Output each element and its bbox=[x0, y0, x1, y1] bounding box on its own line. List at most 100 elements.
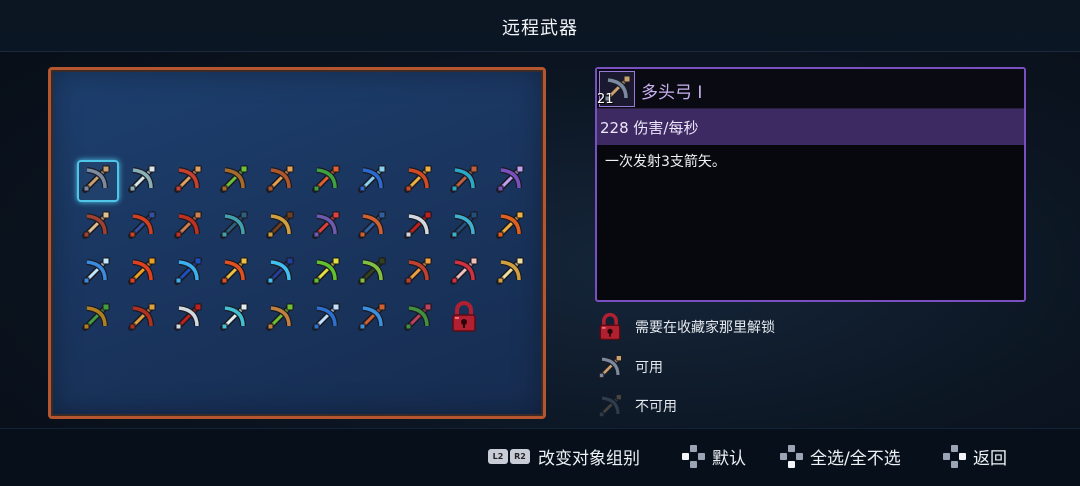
weapon-slot[interactable] bbox=[349, 202, 395, 248]
purple-crossbow-icon bbox=[496, 165, 524, 193]
l2-r2-button-icon: L2 R2 bbox=[488, 449, 530, 464]
weapon-slot[interactable] bbox=[303, 294, 349, 340]
weapon-slot[interactable] bbox=[395, 202, 441, 248]
shuriken-icon bbox=[312, 303, 340, 331]
weapon-slot[interactable] bbox=[211, 294, 257, 340]
legend-label-unavailable: 不可用 bbox=[635, 399, 677, 415]
weapon-slot[interactable] bbox=[257, 248, 303, 294]
weapon-slot[interactable] bbox=[257, 156, 303, 202]
weapon-slot[interactable] bbox=[349, 248, 395, 294]
weapon-slot[interactable] bbox=[303, 156, 349, 202]
weapon-slot[interactable] bbox=[349, 294, 395, 340]
weapon-slot[interactable] bbox=[165, 248, 211, 294]
weapon-slot[interactable] bbox=[257, 294, 303, 340]
r2-key: R2 bbox=[510, 449, 530, 464]
weapon-slot[interactable] bbox=[211, 156, 257, 202]
weapon-slot[interactable] bbox=[73, 202, 119, 248]
throwing-axe-icon bbox=[220, 211, 248, 239]
select-all-hint[interactable]: 全选/全不选 bbox=[780, 444, 901, 469]
weapon-grid-panel bbox=[48, 67, 546, 419]
weapon-name: 多头弓 I bbox=[641, 83, 703, 103]
weapon-slot[interactable] bbox=[441, 294, 487, 340]
cleaver-icon bbox=[174, 303, 202, 331]
weapon-slot[interactable] bbox=[165, 294, 211, 340]
legend-available: 可用 bbox=[595, 350, 663, 384]
weapon-description: 一次发射3支箭矢。 bbox=[605, 154, 726, 170]
legend-label-locked: 需要在收藏家那里解锁 bbox=[635, 320, 775, 336]
ice-shard-icon bbox=[82, 257, 110, 285]
dragon-claw-icon bbox=[404, 257, 432, 285]
orange-crossbow-icon bbox=[358, 211, 386, 239]
weapon-slot[interactable] bbox=[441, 202, 487, 248]
weapon-slot[interactable] bbox=[119, 248, 165, 294]
lightning-icon bbox=[174, 257, 202, 285]
green-crossbow-icon bbox=[220, 165, 248, 193]
weapon-slot[interactable] bbox=[119, 294, 165, 340]
weapon-slot[interactable] bbox=[211, 248, 257, 294]
weapon-slot[interactable] bbox=[257, 202, 303, 248]
screen-title: 远程武器 bbox=[502, 18, 578, 39]
hook-icon bbox=[220, 303, 248, 331]
boomerang-icon bbox=[128, 211, 156, 239]
default-hint[interactable]: 默认 bbox=[682, 444, 746, 469]
weapon-slot[interactable] bbox=[119, 202, 165, 248]
weapon-dps: 228 伤害/每秒 bbox=[597, 109, 1024, 145]
ice-blast-icon bbox=[266, 257, 294, 285]
back-label: 返回 bbox=[973, 449, 1007, 469]
blue-bow-icon bbox=[358, 165, 386, 193]
legend-unavailable: 不可用 bbox=[595, 389, 677, 423]
throwing-knife-icon bbox=[404, 211, 432, 239]
cards-icon bbox=[450, 257, 478, 285]
weapon-slot[interactable] bbox=[119, 156, 165, 202]
heavy-crossbow-icon bbox=[82, 211, 110, 239]
fire-blast-icon bbox=[220, 257, 248, 285]
change-group-hint[interactable]: L2 R2 改变对象组别 bbox=[488, 444, 640, 469]
fire-ring-icon bbox=[496, 211, 524, 239]
default-label: 默认 bbox=[712, 449, 746, 469]
multiple-nocks-bow-icon bbox=[597, 354, 623, 380]
weapon-slot[interactable] bbox=[395, 248, 441, 294]
weapon-grid bbox=[73, 156, 533, 340]
weapon-slot[interactable] bbox=[73, 248, 119, 294]
weapon-slot[interactable] bbox=[395, 156, 441, 202]
weapon-slot[interactable] bbox=[211, 202, 257, 248]
orange-bow-icon bbox=[266, 165, 294, 193]
weapon-slot[interactable] bbox=[165, 202, 211, 248]
weapon-slot[interactable] bbox=[73, 294, 119, 340]
weapon-slot[interactable] bbox=[395, 294, 441, 340]
pickaxe-icon bbox=[174, 211, 202, 239]
magic-staff-icon bbox=[358, 257, 386, 285]
weapon-slot[interactable] bbox=[487, 156, 533, 202]
dpad-right-icon bbox=[943, 444, 967, 469]
detail-count: 21 bbox=[597, 92, 614, 107]
weapon-detail-panel: 21 多头弓 I 228 伤害/每秒 一次发射3支箭矢。 bbox=[595, 67, 1026, 302]
ember-bow-icon bbox=[128, 303, 156, 331]
weapon-slot[interactable] bbox=[349, 156, 395, 202]
lock-icon bbox=[599, 312, 621, 341]
change-group-label: 改变对象组别 bbox=[538, 449, 640, 469]
weapon-slot[interactable] bbox=[303, 202, 349, 248]
fireball-icon bbox=[128, 257, 156, 285]
back-hint[interactable]: 返回 bbox=[943, 444, 1007, 469]
weapon-slot[interactable] bbox=[487, 202, 533, 248]
fire-bow-icon bbox=[404, 165, 432, 193]
dimmed-bow-icon bbox=[597, 393, 623, 419]
multiple-nocks-bow-icon bbox=[82, 165, 110, 193]
legend-locked: 需要在收藏家那里解锁 bbox=[595, 310, 775, 344]
shield-bow-icon bbox=[82, 303, 110, 331]
l2-key: L2 bbox=[488, 449, 508, 464]
weapon-slot[interactable] bbox=[487, 248, 533, 294]
weapon-slot[interactable] bbox=[165, 156, 211, 202]
chakram-icon bbox=[358, 303, 386, 331]
weapon-slot[interactable] bbox=[441, 248, 487, 294]
weapon-slot[interactable] bbox=[73, 156, 119, 202]
select-all-label: 全选/全不选 bbox=[810, 449, 901, 469]
cyan-bow-icon bbox=[450, 165, 478, 193]
poison-blast-icon bbox=[312, 257, 340, 285]
tentacle-icon bbox=[404, 303, 432, 331]
weapon-slot[interactable] bbox=[303, 248, 349, 294]
spear-icon bbox=[266, 211, 294, 239]
red-bow-icon bbox=[174, 165, 202, 193]
weapon-slot[interactable] bbox=[441, 156, 487, 202]
whip-icon bbox=[450, 211, 478, 239]
